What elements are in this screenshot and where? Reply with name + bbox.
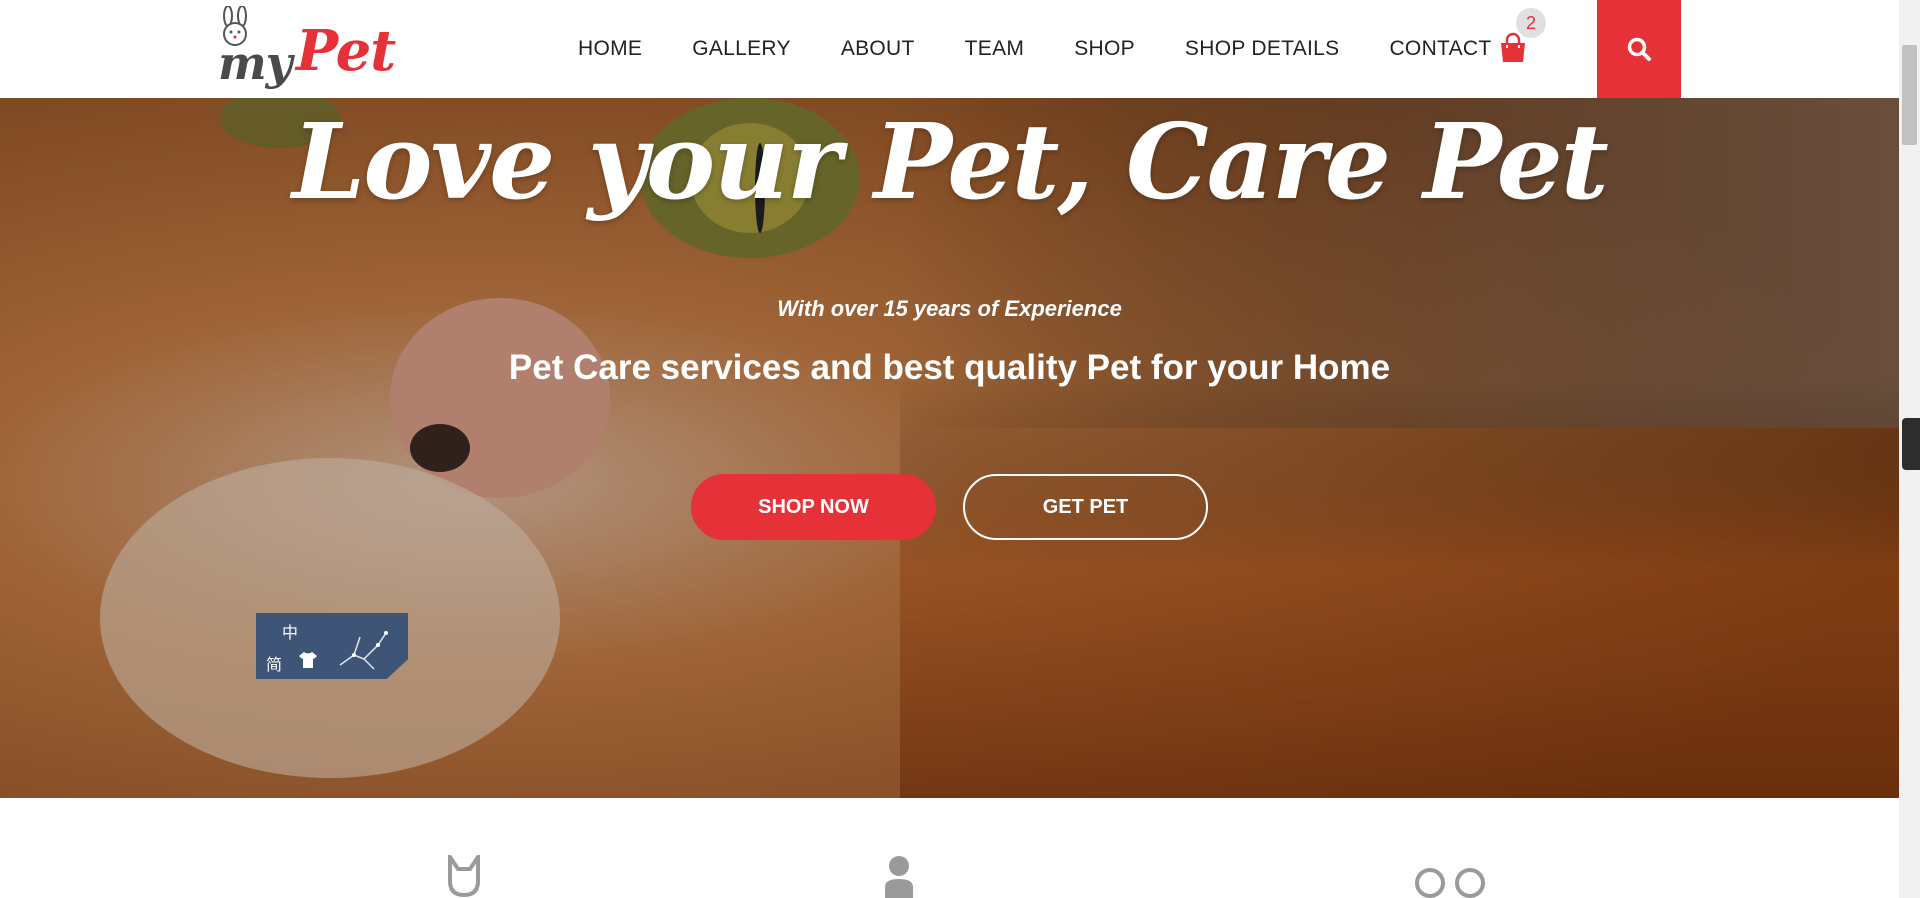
cart-count-badge: 2 xyxy=(1516,8,1546,38)
language-switch-widget[interactable]: 中 简 xyxy=(256,613,408,679)
main-nav: HOME GALLERY ABOUT TEAM SHOP SHOP DETAIL… xyxy=(578,0,1492,98)
rings-icon xyxy=(1415,868,1485,898)
get-pet-button[interactable]: GET PET xyxy=(963,474,1208,540)
side-panel-handle[interactable] xyxy=(1902,418,1920,470)
hero-banner: Love your Pet, Care Pet With over 15 yea… xyxy=(0,98,1899,798)
nav-about[interactable]: ABOUT xyxy=(841,37,915,61)
logo-my-text: my xyxy=(218,36,292,90)
simplified-chinese-option[interactable]: 简 xyxy=(266,651,282,675)
constellation-icon xyxy=(339,631,388,670)
scrollbar-thumb[interactable] xyxy=(1902,45,1917,145)
nav-shop[interactable]: SHOP xyxy=(1074,37,1135,61)
search-button[interactable] xyxy=(1597,0,1681,98)
person-icon xyxy=(885,856,913,898)
hero-title: Love your Pet, Care Pet xyxy=(292,100,1609,223)
logo-pet-text: Pet xyxy=(296,18,396,84)
site-logo[interactable]: my Pet xyxy=(214,6,396,94)
page: my Pet HOME GALLERY ABOUT TEAM SHOP SHOP… xyxy=(0,0,1920,898)
nav-team[interactable]: TEAM xyxy=(965,37,1025,61)
nav-gallery[interactable]: GALLERY xyxy=(692,37,791,61)
hero-subtitle: With over 15 years of Experience xyxy=(777,296,1122,321)
shirt-icon xyxy=(299,652,317,668)
nav-home[interactable]: HOME xyxy=(578,37,642,61)
traditional-chinese-option[interactable]: 中 xyxy=(282,619,298,643)
hero-tagline: Pet Care services and best quality Pet f… xyxy=(508,348,1391,387)
cat-icon xyxy=(448,855,480,898)
site-header: my Pet HOME GALLERY ABOUT TEAM SHOP SHOP… xyxy=(0,0,1899,98)
nav-contact[interactable]: CONTACT xyxy=(1389,37,1491,61)
search-icon xyxy=(1627,37,1651,61)
shop-now-button[interactable]: SHOP NOW xyxy=(691,474,936,540)
nav-shop-details[interactable]: SHOP DETAILS xyxy=(1185,37,1340,61)
shopping-bag-icon[interactable] xyxy=(1498,32,1528,64)
